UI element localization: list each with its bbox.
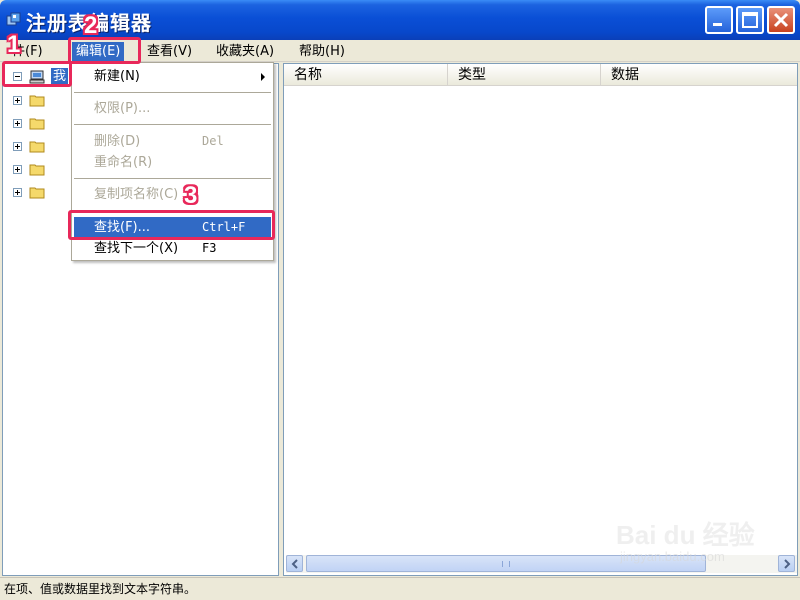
menu-help[interactable]: 帮助(H) (295, 42, 349, 62)
scroll-left-button[interactable] (286, 555, 303, 572)
watermark-url: jingyan.baidu.com (620, 549, 725, 564)
menu-item-label: 删除(D) (94, 134, 141, 149)
step-3-highlight (68, 210, 275, 240)
step-3-number: 3 (184, 182, 198, 209)
menu-view[interactable]: 查看(V) (143, 42, 196, 62)
menu-item-delete[interactable]: 删除(D) Del (74, 131, 271, 152)
menu-item-copy-key-name[interactable]: 复制项名称(C) (74, 184, 271, 205)
menu-favorites[interactable]: 收藏夹(A) (212, 42, 278, 62)
folder-icon (29, 140, 45, 153)
plus-icon[interactable] (13, 96, 22, 105)
watermark: Bai du 经验 jingyan.baidu.com (612, 515, 792, 575)
menu-item-label: 权限(P)... (94, 101, 151, 116)
column-data[interactable]: 数据 (601, 64, 797, 85)
submenu-arrow-icon (261, 73, 265, 81)
close-icon (773, 12, 789, 28)
list-pane[interactable]: 名称 类型 数据 (283, 63, 798, 576)
close-button[interactable] (767, 6, 795, 34)
menu-item-label: 查找下一个(X) (94, 241, 179, 256)
maximize-button[interactable] (736, 6, 764, 34)
folder-icon (29, 94, 45, 107)
step-2-highlight (68, 37, 141, 64)
menu-item-permissions[interactable]: 权限(P)... (74, 98, 271, 119)
maximize-icon (742, 12, 758, 28)
chevron-left-icon (291, 559, 298, 569)
menu-separator (74, 92, 271, 93)
menu-item-shortcut: Del (202, 134, 224, 148)
menu-item-rename[interactable]: 重命名(R) (74, 152, 271, 173)
column-type[interactable]: 类型 (448, 64, 601, 85)
step-1-number: 1 (7, 31, 21, 58)
plus-icon[interactable] (13, 119, 22, 128)
registry-icon[interactable] (6, 12, 22, 28)
title-bar[interactable]: 注册表编辑器 (0, 0, 800, 40)
folder-icon (29, 186, 45, 199)
minimize-button[interactable] (705, 6, 733, 34)
folder-icon (29, 163, 45, 176)
plus-icon[interactable] (13, 188, 22, 197)
menu-item-new[interactable]: 新建(N) (74, 66, 271, 87)
minimize-icon (713, 23, 722, 26)
plus-icon[interactable] (13, 142, 22, 151)
menu-separator (74, 178, 271, 179)
list-header: 名称 类型 数据 (284, 64, 797, 86)
step-2-number: 2 (84, 12, 98, 39)
menu-item-shortcut: F3 (202, 241, 217, 255)
step-1-highlight (2, 61, 72, 87)
status-bar: 在项、值或数据里找到文本字符串。 (0, 577, 800, 600)
column-name[interactable]: 名称 (284, 64, 448, 85)
watermark-brand: Bai du 经验 (616, 520, 755, 550)
menu-separator (74, 124, 271, 125)
menu-item-label: 复制项名称(C) (94, 187, 179, 202)
menu-item-find-next[interactable]: 查找下一个(X) F3 (74, 238, 271, 259)
menu-item-label: 新建(N) (94, 69, 140, 84)
folder-icon (29, 117, 45, 130)
plus-icon[interactable] (13, 165, 22, 174)
menu-item-label: 重命名(R) (94, 155, 153, 170)
status-text: 在项、值或数据里找到文本字符串。 (4, 582, 197, 596)
